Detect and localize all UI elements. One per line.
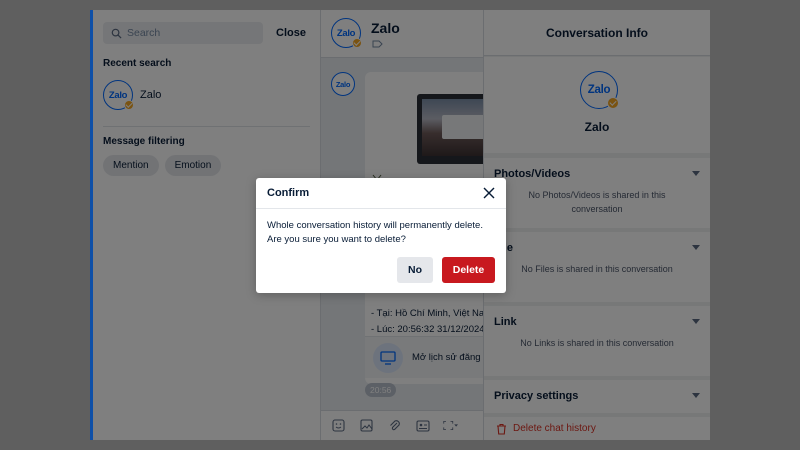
dialog-title: Confirm: [267, 187, 310, 199]
delete-button[interactable]: Delete: [442, 257, 495, 283]
no-button[interactable]: No: [397, 257, 433, 283]
dialog-message-line: Are you sure you want to delete?: [267, 234, 406, 245]
dialog-actions: No Delete: [397, 257, 495, 283]
dialog-message: Whole conversation history will permanen…: [256, 209, 506, 247]
dialog-header: Confirm: [256, 178, 506, 209]
window-accent-bar: [90, 10, 93, 440]
confirm-dialog: Confirm Whole conversation history will …: [256, 178, 506, 293]
dialog-message-line: Whole conversation history will permanen…: [267, 220, 483, 231]
close-icon[interactable]: [482, 186, 496, 200]
